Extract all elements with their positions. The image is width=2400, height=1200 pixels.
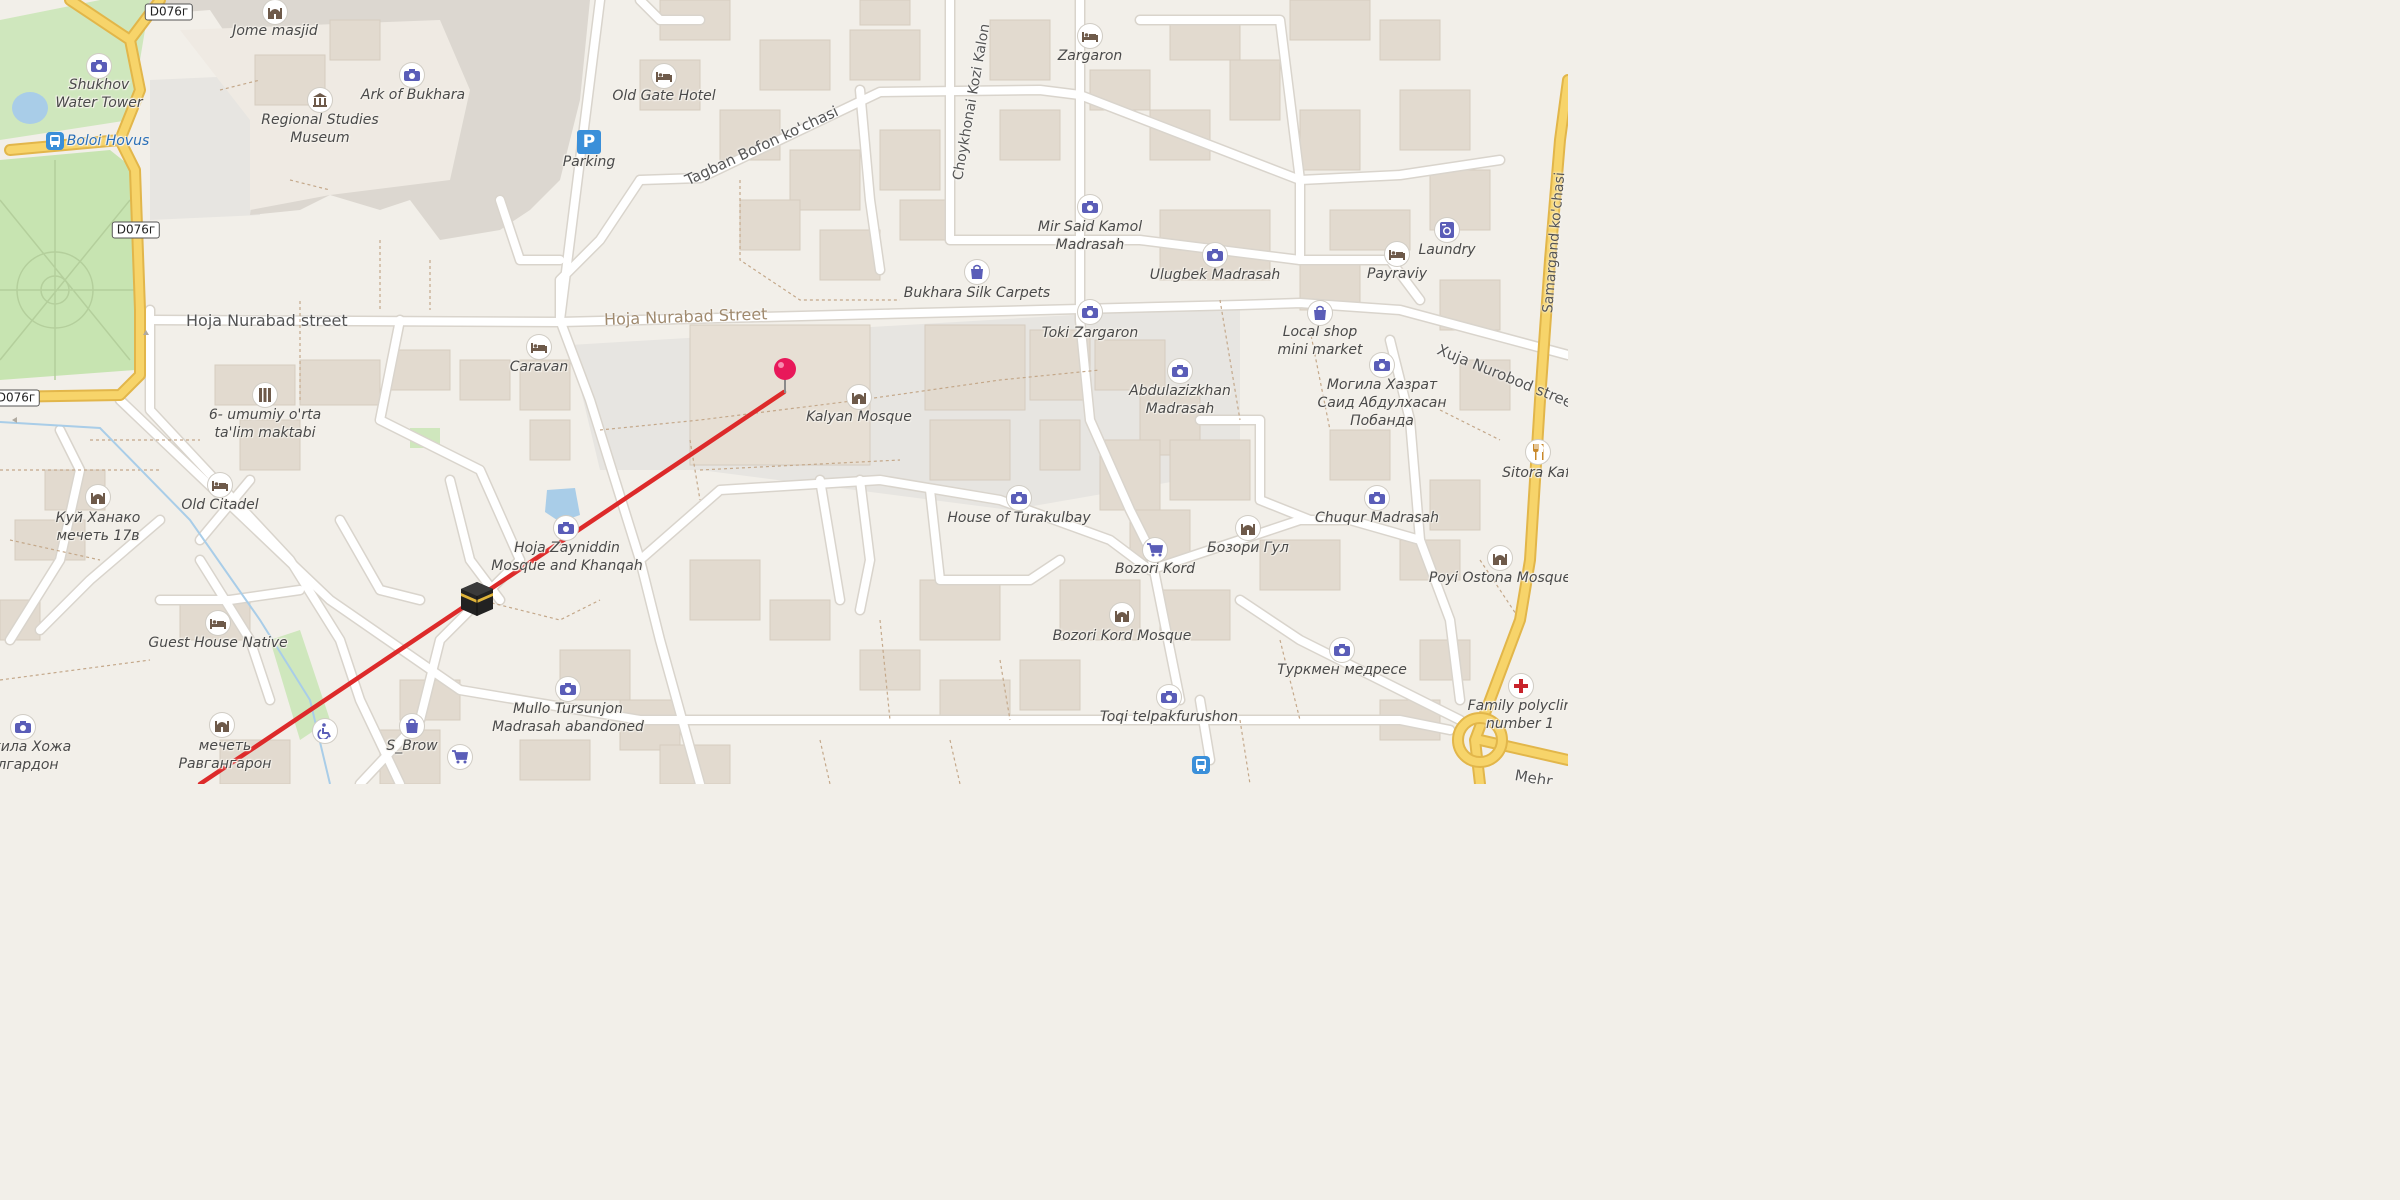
label-bozori-gul[interactable]: Бозори Гул	[1207, 539, 1289, 557]
camera-icon[interactable]	[1330, 638, 1354, 662]
location-pin-icon[interactable]	[772, 357, 798, 397]
camera-icon[interactable]	[1007, 486, 1031, 510]
mosque-icon[interactable]	[210, 713, 234, 737]
label-mullo[interactable]: Mullo Tursunjon Madrasah abandoned	[492, 700, 644, 736]
camera-icon[interactable]	[1365, 486, 1389, 510]
camera-icon[interactable]	[87, 54, 111, 78]
label-jome-masjid[interactable]: Jome masjid	[232, 22, 318, 40]
camera-icon[interactable]	[11, 715, 35, 739]
label-ark[interactable]: Ark of Bukhara	[361, 86, 465, 104]
camera-icon[interactable]	[1157, 685, 1181, 709]
label-toki-zargaron[interactable]: Toki Zargaron	[1042, 324, 1138, 342]
label-hoja-zayniddin[interactable]: Hoja Zayniddin Mosque and Khanqah	[491, 539, 642, 575]
label-chuqur[interactable]: Chuqur Madrasah	[1315, 509, 1439, 527]
label-toqi-telpak[interactable]: Toqi telpakfurushon	[1100, 708, 1238, 726]
wheelchair-icon[interactable]	[313, 719, 337, 743]
mosque-icon[interactable]	[847, 385, 871, 409]
label-old-gate-hotel[interactable]: Old Gate Hotel	[612, 87, 715, 105]
label-zargaron[interactable]: Zargaron	[1058, 47, 1123, 65]
label-regional-museum[interactable]: Regional Studies Museum	[261, 111, 378, 147]
label-kuy-hanako[interactable]: Куй Ханако мечеть 17в	[56, 509, 141, 545]
street-label-hoja-nurabad-west: Hoja Nurabad street	[186, 311, 348, 330]
road-shield-left: D076г	[0, 389, 41, 407]
label-kalyan[interactable]: Kalyan Mosque	[806, 408, 912, 426]
hotel-icon[interactable]	[527, 335, 551, 359]
bus-stop-icon[interactable]	[1192, 756, 1210, 774]
label-shukhov[interactable]: Shukhov Water Tower	[55, 76, 142, 112]
label-local-shop[interactable]: Local shop mini market	[1278, 323, 1363, 359]
camera-icon[interactable]	[1370, 353, 1394, 377]
hospital-icon[interactable]	[1509, 674, 1533, 698]
camera-icon[interactable]	[1078, 195, 1102, 219]
label-laundry[interactable]: Laundry	[1418, 241, 1475, 259]
label-family-poly[interactable]: Family polyclin number 1	[1468, 697, 1568, 733]
museum-icon[interactable]	[308, 88, 332, 112]
shopping-bag-icon[interactable]	[400, 714, 424, 738]
label-parking[interactable]: Parking	[563, 153, 616, 171]
label-mechet-ravgan[interactable]: мечеть Равгангарон	[179, 737, 272, 773]
restaurant-icon[interactable]	[1526, 440, 1550, 464]
camera-icon[interactable]	[556, 677, 580, 701]
hotel-icon[interactable]	[1385, 242, 1409, 266]
label-bukhara-silk[interactable]: Bukhara Silk Carpets	[904, 284, 1050, 302]
camera-icon[interactable]	[1168, 359, 1192, 383]
hotel-icon[interactable]	[208, 473, 232, 497]
hotel-icon[interactable]	[206, 611, 230, 635]
camera-icon[interactable]	[400, 63, 424, 87]
label-umumiy[interactable]: 6- umumiy o'rta ta'lim maktabi	[209, 406, 321, 442]
mosque-icon[interactable]	[1488, 546, 1512, 570]
parking-icon[interactable]: P	[577, 130, 601, 154]
label-guest-house[interactable]: Guest House Native	[148, 634, 287, 652]
kaaba-icon[interactable]	[459, 580, 495, 618]
hotel-icon[interactable]	[1078, 24, 1102, 48]
label-caravan[interactable]: Caravan	[510, 358, 568, 376]
mosque-icon[interactable]	[1236, 516, 1260, 540]
camera-icon[interactable]	[1203, 243, 1227, 267]
label-ulugbek[interactable]: Ulugbek Madrasah	[1150, 266, 1281, 284]
label-sitora[interactable]: Sitora Kaf	[1502, 464, 1568, 482]
mosque-icon[interactable]	[263, 0, 287, 24]
label-abdulazizkhan[interactable]: Abdulazizkhan Madrasah	[1129, 382, 1231, 418]
label-mogila-said[interactable]: Могила Хазрат Саид Абдулхасан Побанда	[1317, 376, 1446, 430]
label-house-turakulbay[interactable]: House of Turakulbay	[947, 509, 1090, 527]
school-icon[interactable]	[253, 383, 277, 407]
bus-stop-icon[interactable]	[46, 132, 64, 150]
mosque-icon[interactable]	[86, 485, 110, 509]
label-turkmen[interactable]: Туркмен медресе	[1277, 661, 1407, 679]
shopping-cart-icon[interactable]	[448, 745, 472, 769]
camera-icon[interactable]	[1078, 300, 1102, 324]
label-bozori-kord[interactable]: Bozori Kord	[1115, 560, 1195, 578]
label-mir-said[interactable]: Mir Said Kamol Madrasah	[1038, 218, 1142, 254]
shopping-bag-icon[interactable]	[965, 260, 989, 284]
mosque-icon[interactable]	[1110, 603, 1134, 627]
map-view[interactable]: D076г D076г D076г Hoja Nurabad street Ho…	[0, 0, 1568, 784]
label-old-citadel[interactable]: Old Citadel	[181, 496, 258, 514]
road-shield-top: D076г	[144, 3, 194, 21]
hotel-icon[interactable]	[652, 64, 676, 88]
camera-icon[interactable]	[554, 516, 578, 540]
shopping-cart-icon[interactable]	[1143, 538, 1167, 562]
label-mogila-hozha[interactable]: огила Хожа лгардон	[0, 738, 71, 774]
label-s-brow[interactable]: S_Brow	[386, 737, 437, 755]
label-bozori-kord-mosque[interactable]: Bozori Kord Mosque	[1053, 627, 1192, 645]
shopping-bag-icon[interactable]	[1308, 301, 1332, 325]
label-boloi-hovus[interactable]: Boloi Hovus	[67, 132, 150, 150]
laundry-icon[interactable]	[1435, 218, 1459, 242]
label-poyi-ostona[interactable]: Poyi Ostona Mosque	[1429, 569, 1568, 587]
road-shield-middle: D076г	[111, 221, 161, 239]
label-payraviy[interactable]: Payraviy	[1367, 265, 1427, 283]
